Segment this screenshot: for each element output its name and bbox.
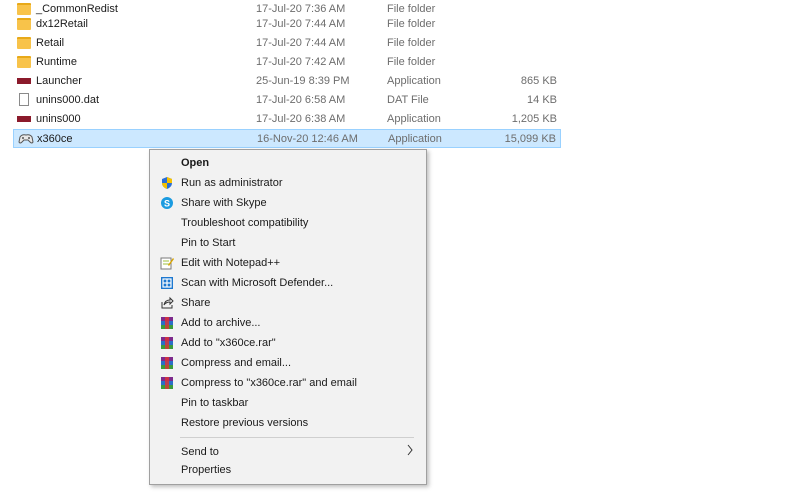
folder-icon	[17, 18, 31, 30]
menu-item-label: Edit with Notepad++	[181, 257, 281, 269]
menu-item-label: Send to	[181, 446, 219, 458]
file-name: unins000.dat	[36, 94, 99, 106]
file-date: 25-Jun-19 8:39 PM	[256, 75, 350, 87]
dat-file-icon	[19, 93, 29, 106]
menu-item-compress-and-email[interactable]: Compress and email...	[152, 353, 424, 373]
folder-icon	[17, 56, 31, 68]
file-date: 17-Jul-20 7:42 AM	[256, 56, 346, 68]
application-icon	[17, 78, 31, 84]
file-type: File folder	[387, 56, 436, 68]
menu-item-label: Pin to taskbar	[181, 397, 249, 409]
menu-item-label: Share with Skype	[181, 197, 267, 209]
folder-icon	[17, 3, 31, 15]
file-size: 1,205 KB	[511, 113, 557, 125]
file-row-retail[interactable]: Retail 17-Jul-20 7:44 AM File folder	[13, 34, 561, 53]
menu-item-share-with-skype[interactable]: S Share with Skype	[152, 193, 424, 213]
gamepad-icon	[18, 133, 34, 145]
winrar-icon	[160, 316, 174, 330]
file-type: File folder	[387, 37, 436, 49]
menu-item-pin-to-start[interactable]: Pin to Start	[152, 233, 424, 253]
file-name: _CommonRedist	[36, 3, 118, 15]
file-type: Application	[387, 75, 441, 87]
file-row-unins000-dat[interactable]: unins000.dat 17-Jul-20 6:58 AM DAT File …	[13, 91, 561, 110]
menu-item-troubleshoot-compatibility[interactable]: Troubleshoot compatibility	[152, 213, 424, 233]
context-menu: Open Run as administrator S Share with S…	[149, 149, 427, 485]
menu-item-label: Troubleshoot compatibility	[181, 217, 309, 229]
svg-text:S: S	[164, 199, 170, 209]
menu-item-label: Run as administrator	[181, 177, 283, 189]
file-row-dx12retail[interactable]: dx12Retail 17-Jul-20 7:44 AM File folder	[13, 15, 561, 34]
skype-icon: S	[160, 196, 174, 210]
file-date: 16-Nov-20 12:46 AM	[257, 133, 358, 145]
file-name: Runtime	[36, 56, 77, 68]
menu-item-label: Share	[181, 297, 211, 309]
file-row-unins000[interactable]: unins000 17-Jul-20 6:38 AM Application 1…	[13, 110, 561, 129]
menu-item-label: Restore previous versions	[181, 417, 309, 429]
menu-item-compress-to-x360ce-rar-and-email[interactable]: Compress to "x360ce.rar" and email	[152, 373, 424, 393]
share-icon	[160, 296, 174, 310]
file-row-runtime[interactable]: Runtime 17-Jul-20 7:42 AM File folder	[13, 53, 561, 72]
menu-item-label: Open	[181, 157, 210, 169]
file-type: File folder	[387, 3, 436, 15]
defender-icon	[160, 276, 174, 290]
winrar-icon	[160, 336, 174, 350]
file-name: Retail	[36, 37, 65, 49]
file-row-x360ce[interactable]: x360ce 16-Nov-20 12:46 AM Application 15…	[13, 129, 561, 148]
menu-item-label: Pin to Start	[181, 237, 236, 249]
file-date: 17-Jul-20 6:58 AM	[256, 94, 346, 106]
menu-item-run-as-administrator[interactable]: Run as administrator	[152, 173, 424, 193]
winrar-icon	[160, 356, 174, 370]
file-date: 17-Jul-20 7:36 AM	[256, 3, 346, 15]
menu-item-share[interactable]: Share	[152, 293, 424, 313]
menu-item-add-to-x360ce-rar[interactable]: Add to "x360ce.rar"	[152, 333, 424, 353]
application-icon	[17, 116, 31, 122]
menu-item-label: Add to archive...	[181, 317, 261, 329]
file-row-launcher[interactable]: Launcher 25-Jun-19 8:39 PM Application 8…	[13, 72, 561, 91]
menu-item-edit-with-notepad-plus-plus[interactable]: Edit with Notepad++	[152, 253, 424, 273]
menu-item-label: Properties	[181, 464, 232, 476]
menu-item-add-to-archive[interactable]: Add to archive...	[152, 313, 424, 333]
menu-item-open[interactable]: Open	[152, 153, 424, 173]
menu-item-label: Compress to "x360ce.rar" and email	[181, 377, 357, 389]
file-type: Application	[387, 113, 441, 125]
menu-item-send-to[interactable]: Send to	[152, 442, 424, 462]
menu-item-restore-previous-versions[interactable]: Restore previous versions	[152, 413, 424, 433]
file-date: 17-Jul-20 7:44 AM	[256, 18, 346, 30]
notepad-plus-plus-icon	[160, 256, 174, 270]
chevron-right-icon	[406, 444, 414, 459]
file-size: 15,099 KB	[504, 133, 556, 145]
folder-icon	[17, 37, 31, 49]
menu-item-label: Scan with Microsoft Defender...	[181, 277, 334, 289]
file-name: unins000	[36, 113, 81, 125]
menu-item-label: Add to "x360ce.rar"	[181, 337, 276, 349]
file-name: x360ce	[37, 133, 73, 145]
file-date: 17-Jul-20 6:38 AM	[256, 113, 346, 125]
file-name: Launcher	[36, 75, 82, 87]
file-type: File folder	[387, 18, 436, 30]
menu-item-properties[interactable]: Properties	[152, 460, 424, 480]
menu-item-scan-with-microsoft-defender[interactable]: Scan with Microsoft Defender...	[152, 273, 424, 293]
winrar-icon	[160, 376, 174, 390]
menu-item-label: Compress and email...	[181, 357, 292, 369]
file-size: 865 KB	[520, 75, 557, 87]
file-size: 14 KB	[527, 94, 557, 106]
file-name: dx12Retail	[36, 18, 88, 30]
uac-shield-icon	[160, 176, 174, 190]
file-type: DAT File	[387, 94, 429, 106]
menu-separator	[180, 437, 414, 438]
file-type: Application	[388, 133, 442, 145]
menu-item-pin-to-taskbar[interactable]: Pin to taskbar	[152, 393, 424, 413]
file-date: 17-Jul-20 7:44 AM	[256, 37, 346, 49]
